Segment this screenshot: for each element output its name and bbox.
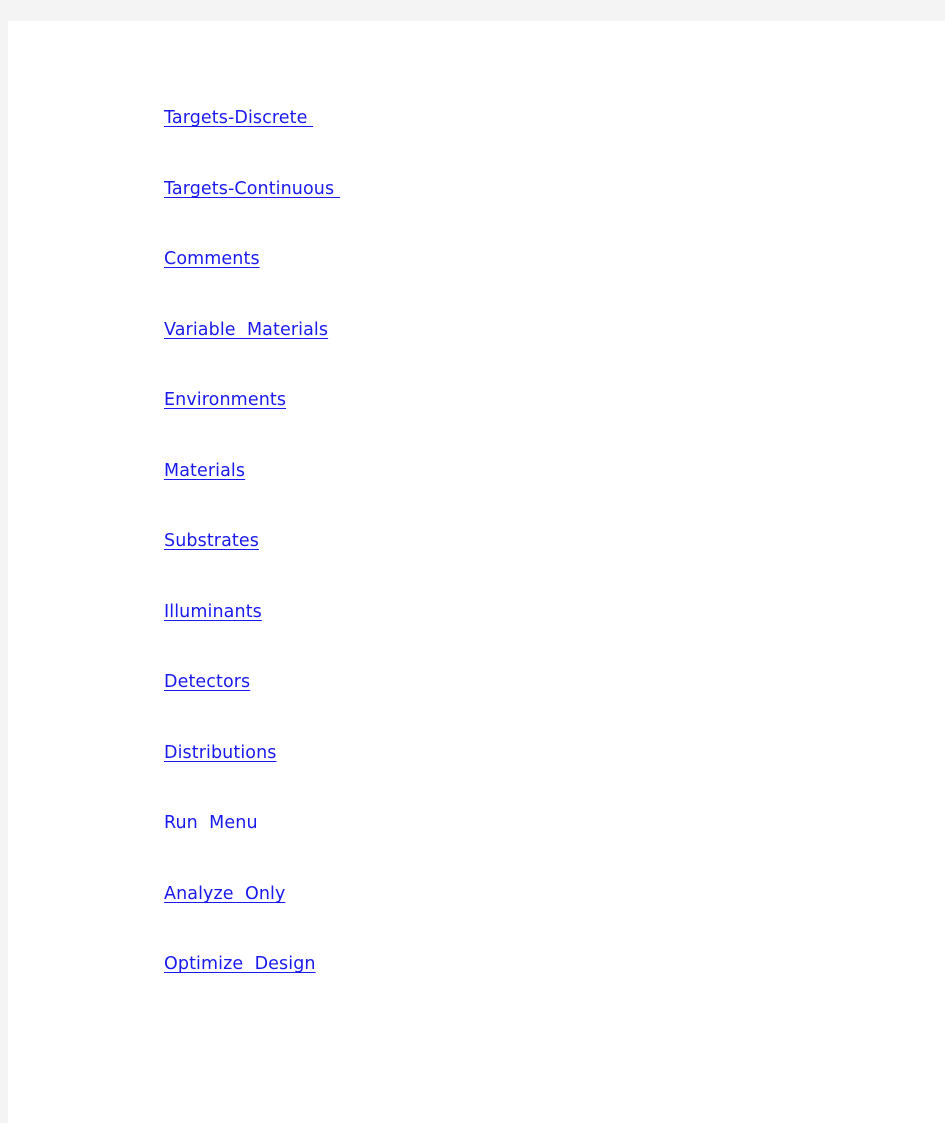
link-row: Illuminants: [164, 602, 864, 675]
link-row: Substrates: [164, 531, 864, 604]
link-list: Targets-Discrete Targets-Continuous Comm…: [164, 108, 864, 1027]
link-row: Run Menu: [164, 813, 864, 886]
link-materials[interactable]: Materials: [164, 461, 245, 481]
link-targets-discrete[interactable]: Targets-Discrete: [164, 108, 313, 128]
link-environments[interactable]: Environments: [164, 390, 286, 410]
document-page: Targets-Discrete Targets-Continuous Comm…: [8, 21, 945, 1123]
link-row: Targets-Continuous: [164, 179, 864, 252]
link-variable-materials[interactable]: Variable Materials: [164, 320, 328, 340]
link-row: Distributions: [164, 743, 864, 816]
link-row: Detectors: [164, 672, 864, 745]
link-row: Optimize Design: [164, 954, 864, 1027]
link-row: Comments: [164, 249, 864, 322]
link-row: Materials: [164, 461, 864, 534]
link-row: Environments: [164, 390, 864, 463]
link-targets-continuous[interactable]: Targets-Continuous: [164, 179, 340, 199]
link-comments[interactable]: Comments: [164, 249, 260, 269]
link-illuminants[interactable]: Illuminants: [164, 602, 262, 622]
link-substrates[interactable]: Substrates: [164, 531, 259, 551]
link-row: Targets-Discrete: [164, 108, 864, 181]
link-run-menu[interactable]: Run Menu: [164, 813, 258, 833]
link-distributions[interactable]: Distributions: [164, 743, 277, 763]
link-detectors[interactable]: Detectors: [164, 672, 250, 692]
link-row: Variable Materials: [164, 320, 864, 393]
link-optimize-design[interactable]: Optimize Design: [164, 954, 316, 974]
link-row: Analyze Only: [164, 884, 864, 957]
link-analyze-only[interactable]: Analyze Only: [164, 884, 285, 904]
